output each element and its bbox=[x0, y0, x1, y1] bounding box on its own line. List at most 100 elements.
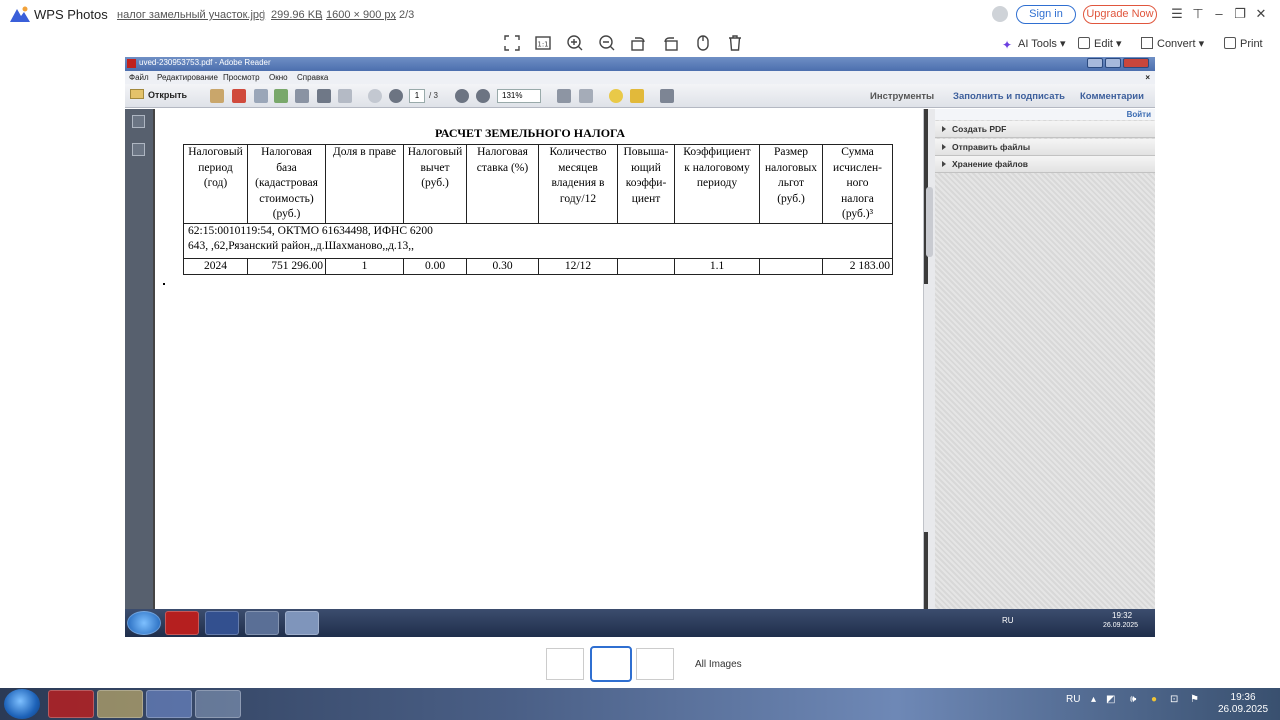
mouse-mode-icon[interactable] bbox=[694, 34, 712, 52]
pages-icon bbox=[132, 115, 145, 128]
network-icon[interactable]: ⊡ bbox=[1170, 694, 1178, 705]
prev-page-icon bbox=[368, 89, 382, 103]
sign-in-button[interactable]: Sign in bbox=[1016, 5, 1076, 24]
image-viewport: uved-230953753.pdf - Adobe Reader Файл Р… bbox=[125, 57, 1155, 637]
page-number-field: 1 bbox=[409, 89, 425, 103]
reader-menu-bar: Файл Редактирование Просмотр Окно Справк… bbox=[125, 71, 1155, 84]
login-link: Войти bbox=[935, 109, 1155, 120]
embedded-time: 19:32 bbox=[1112, 611, 1133, 620]
cell-tax-sum: 2 183.00 bbox=[822, 257, 893, 275]
print-doc-icon bbox=[317, 89, 331, 103]
reader-toolbar: Открыть 1 / 3 131% Инструменты Заполнить… bbox=[125, 84, 1155, 108]
pin-icon[interactable]: ⊤ bbox=[1191, 6, 1205, 22]
print-button[interactable]: Print bbox=[1224, 36, 1263, 52]
cell-months: 12/12 bbox=[538, 257, 618, 275]
create-icon bbox=[210, 89, 224, 103]
menu-edit: Редактирование bbox=[157, 73, 218, 82]
print-icon bbox=[1224, 37, 1236, 49]
ai-tools-button[interactable]: ✦ AI Tools ▾ bbox=[1002, 36, 1066, 52]
tax-table: Налоговый период (год) Налоговая база (кадас… bbox=[183, 144, 893, 275]
opera-icon[interactable] bbox=[48, 690, 94, 718]
header-period: Налоговый период (год) bbox=[183, 144, 248, 224]
convert-icon bbox=[1141, 37, 1153, 49]
embedded-save-icon bbox=[205, 611, 239, 635]
tray-expand-icon[interactable]: ▴ bbox=[1091, 694, 1096, 705]
tab-fill-sign: Заполнить и подписать bbox=[953, 91, 1065, 102]
flag-icon[interactable]: ⚑ bbox=[1190, 694, 1199, 705]
embedded-date: 26.09.2025 bbox=[1103, 622, 1139, 629]
thumbnail-2[interactable] bbox=[590, 646, 632, 682]
upgrade-now-button[interactable]: Upgrade Now bbox=[1083, 5, 1157, 24]
paint-icon[interactable] bbox=[195, 690, 241, 718]
svg-text:1:1: 1:1 bbox=[537, 41, 548, 49]
maximize-icon[interactable]: ❐ bbox=[1233, 6, 1247, 22]
clock-date: 26.09.2025 bbox=[1218, 704, 1269, 715]
fit-width-icon bbox=[579, 89, 593, 103]
cell-share: 1 bbox=[325, 257, 404, 275]
embedded-app-icon bbox=[245, 611, 279, 635]
next-page-icon bbox=[389, 89, 403, 103]
sparkle-icon: ✦ bbox=[1002, 38, 1013, 52]
reader-minimize-icon bbox=[1087, 58, 1103, 68]
panel-create-pdf: Создать PDF bbox=[935, 121, 1155, 138]
cell-increasing-coef bbox=[617, 257, 675, 275]
explorer-icon[interactable] bbox=[97, 690, 143, 718]
tab-tools: Инструменты bbox=[870, 91, 935, 102]
document-title: РАСЧЕТ ЗЕМЕЛЬНОГО НАЛОГА bbox=[435, 126, 626, 140]
thumbnail-3[interactable] bbox=[636, 648, 674, 680]
minimize-icon[interactable]: – bbox=[1212, 6, 1226, 22]
system-clock[interactable]: 19:36 26.09.2025 bbox=[1218, 692, 1268, 716]
start-icon[interactable] bbox=[4, 689, 40, 719]
cloud-icon bbox=[274, 89, 288, 103]
header-benefits: Размер налоговых льгот (руб.) bbox=[759, 144, 823, 224]
all-images-link[interactable]: All Images bbox=[695, 659, 742, 670]
reader-title-bar: uved-230953753.pdf - Adobe Reader bbox=[125, 57, 1155, 71]
edit-button[interactable]: Edit ▾ bbox=[1078, 36, 1122, 52]
sign-icon bbox=[254, 89, 268, 103]
menu-file: Файл bbox=[129, 73, 149, 82]
cell-rate: 0.30 bbox=[466, 257, 539, 275]
close-icon[interactable]: ✕ bbox=[1254, 6, 1268, 22]
cell-period: 2024 bbox=[183, 257, 248, 275]
file-name[interactable]: налог замельный участок.jpg bbox=[117, 9, 265, 21]
volume-icon[interactable]: 🕪 bbox=[1130, 694, 1136, 705]
pdf-icon bbox=[127, 59, 136, 68]
header-tax-sum: Сумма исчислен-ного налога (руб.)³ bbox=[822, 144, 893, 224]
rotate-right-icon[interactable] bbox=[662, 34, 680, 52]
convert-button[interactable]: Convert ▾ bbox=[1141, 36, 1204, 52]
fullscreen-icon[interactable] bbox=[503, 34, 521, 52]
wps-photos-taskbar-icon[interactable] bbox=[146, 690, 192, 718]
comment-icon bbox=[609, 89, 623, 103]
zoom-out-icon[interactable] bbox=[598, 34, 616, 52]
menu-icon[interactable]: ☰ bbox=[1170, 6, 1184, 22]
menu-close-icon: × bbox=[1145, 73, 1150, 82]
thumbnail-1[interactable] bbox=[546, 648, 584, 680]
attachments-icon bbox=[132, 143, 145, 156]
embedded-paint-icon bbox=[285, 611, 319, 635]
image-dimensions[interactable]: 1600 × 900 px bbox=[326, 9, 396, 21]
user-avatar-icon[interactable] bbox=[992, 6, 1008, 22]
actual-size-icon[interactable]: 1:1 bbox=[534, 34, 552, 52]
panel-send-files: Отправить файлы bbox=[935, 139, 1155, 156]
menu-view: Просмотр bbox=[223, 73, 260, 82]
property-address: 62:15:0010119:54, ОКТМО 61634498, ИФНС 6… bbox=[183, 222, 893, 259]
zoom-in-doc-icon bbox=[476, 89, 490, 103]
tray-app-icon[interactable]: ◩ bbox=[1106, 694, 1115, 705]
embedded-start-icon bbox=[127, 611, 161, 635]
zoom-in-icon[interactable] bbox=[566, 34, 584, 52]
scroll-thumb bbox=[926, 187, 933, 257]
tray-security-icon[interactable]: ● bbox=[1151, 694, 1157, 705]
folder-icon bbox=[130, 89, 144, 99]
file-size[interactable]: 299.96 KB bbox=[271, 9, 322, 21]
header-deduction: Налоговый вычет (руб.) bbox=[403, 144, 467, 224]
tab-comments: Комментарии bbox=[1080, 91, 1144, 102]
highlight-icon bbox=[630, 89, 644, 103]
header-share: Доля в праве bbox=[325, 144, 404, 224]
menu-help: Справка bbox=[297, 73, 329, 82]
language-indicator[interactable]: RU bbox=[1066, 694, 1080, 705]
header-months: Количество месяцев владения в году/12 bbox=[538, 144, 618, 224]
rotate-left-icon[interactable] bbox=[629, 34, 647, 52]
embedded-lang: RU bbox=[1002, 616, 1014, 625]
delete-icon[interactable] bbox=[726, 34, 744, 52]
mail-icon bbox=[338, 89, 352, 103]
